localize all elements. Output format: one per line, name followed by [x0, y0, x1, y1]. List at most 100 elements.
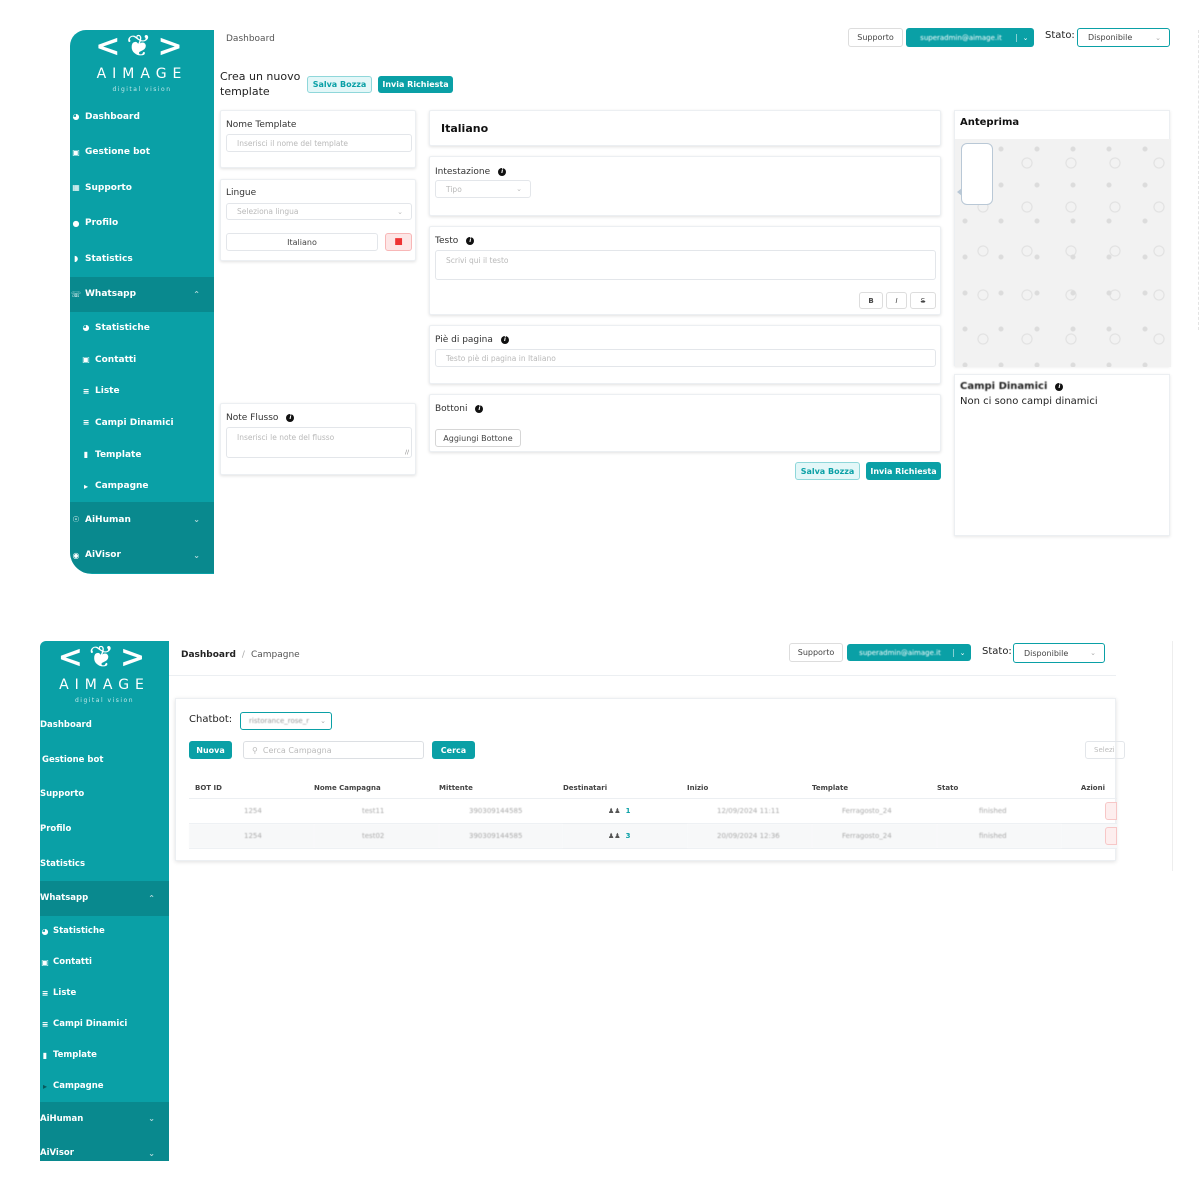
- recipients-count-link[interactable]: 1: [626, 807, 631, 815]
- user-menu-button[interactable]: superadmin@aimage.it ⌄: [847, 644, 971, 661]
- info-icon[interactable]: i: [466, 237, 475, 245]
- pie-di-pagina-label: Piè di pagina i: [435, 335, 509, 345]
- page-title: Crea un nuovo template: [220, 70, 301, 98]
- info-icon[interactable]: i: [500, 336, 509, 344]
- sidebar-item-whatsapp[interactable]: Whatsapp ⌃: [40, 880, 169, 916]
- chevron-down-icon[interactable]: ⌄: [953, 648, 971, 657]
- strikethrough-button[interactable]: S: [910, 292, 936, 309]
- brand-name: AIMAGE: [96, 66, 188, 82]
- sidebar-item-template[interactable]: ▮ Template: [70, 439, 214, 471]
- search-campaign-input[interactable]: ⚲ Cerca Campagna: [243, 741, 424, 759]
- sidebar-item-supporto[interactable]: ▦ Supporto: [70, 170, 214, 206]
- sidebar-item-campagne[interactable]: ▸ Campagne: [40, 1071, 169, 1102]
- column-mittente[interactable]: Mittente: [439, 779, 563, 799]
- italic-button[interactable]: I: [886, 292, 907, 309]
- sidebar-item-gestione-bot[interactable]: ▣ Gestione bot: [70, 135, 214, 171]
- sidebar-item-dashboard[interactable]: Dashboard: [40, 708, 169, 743]
- nome-template-input[interactable]: Inserisci il nome del template: [226, 134, 412, 152]
- testo-textarea[interactable]: Scrivi qui il testo: [435, 250, 936, 280]
- info-icon[interactable]: i: [1055, 382, 1064, 391]
- whatsapp-preview-background: [955, 139, 1171, 367]
- sidebar-item-contatti[interactable]: ▣ Contatti: [40, 947, 169, 978]
- breadcrumb[interactable]: Dashboard: [226, 34, 275, 44]
- chevron-down-icon[interactable]: ⌄: [1016, 33, 1034, 42]
- column-template[interactable]: Template: [812, 779, 937, 799]
- logo[interactable]: <❦> AIMAGE digital vision: [70, 30, 214, 94]
- pie-di-pagina-input[interactable]: Testo piè di pagina in Italiano: [435, 349, 936, 367]
- resize-handle-icon[interactable]: ∕∕: [405, 449, 409, 456]
- lingue-card: Lingue Seleziona lingua ⌄ Italiano ■: [220, 179, 416, 261]
- sidebar-item-supporto[interactable]: Supporto: [40, 777, 169, 812]
- column-azioni: Azioni: [1062, 779, 1117, 799]
- campaigns-panel: Chatbot: ristorance_rose_r ⌄ Nuova ⚲ Cerca…: [175, 698, 1125, 861]
- column-inizio[interactable]: Inizio: [687, 779, 812, 799]
- new-campaign-button[interactable]: Nuova: [189, 741, 232, 759]
- chevron-down-icon: ⌄: [320, 717, 326, 725]
- support-button[interactable]: Supporto: [789, 643, 843, 662]
- column-stato[interactable]: Stato: [937, 779, 1062, 799]
- cell-nome: test11: [314, 798, 439, 824]
- sidebar-item-profilo[interactable]: Profilo: [40, 812, 169, 847]
- info-icon[interactable]: i: [475, 405, 484, 413]
- table-header-row: BOT ID Nome Campagna Mittente Destinatar…: [189, 779, 1117, 799]
- column-nome-campagna[interactable]: Nome Campagna: [314, 779, 439, 799]
- intestazione-type-select[interactable]: Tipo ⌄: [435, 180, 531, 198]
- sidebar-item-liste[interactable]: ≡ Liste: [40, 978, 169, 1009]
- save-draft-bottom-button[interactable]: Salva Bozza: [795, 462, 860, 480]
- save-draft-button[interactable]: Salva Bozza: [307, 76, 372, 93]
- info-icon[interactable]: i: [498, 168, 507, 176]
- breadcrumb-dashboard[interactable]: Dashboard: [181, 650, 236, 660]
- sidebar-item-statistiche[interactable]: ◕ Statistiche: [70, 312, 214, 344]
- submit-request-button[interactable]: Invia Richiesta: [378, 76, 453, 93]
- table-row[interactable]: 1254 test02 390309144585 ♟♟ 3 20/09/2024 …: [189, 823, 1117, 849]
- sidebar-item-profilo[interactable]: ● Profilo: [70, 206, 214, 242]
- logo[interactable]: <❦> AIMAGE digital vision: [40, 641, 169, 705]
- sidebar-item-liste[interactable]: ≡ Liste: [70, 375, 214, 407]
- nome-template-card: Nome Template Inserisci il nome del temp…: [220, 110, 416, 168]
- chevron-down-icon: ⌄: [1155, 33, 1161, 42]
- recipients-count-link[interactable]: 3: [626, 832, 631, 840]
- sidebar-item-campagne[interactable]: ▸ Campagne: [70, 470, 214, 502]
- info-icon[interactable]: i: [286, 414, 295, 422]
- search-button[interactable]: Cerca: [432, 741, 475, 759]
- lingue-select[interactable]: Seleziona lingua ⌄: [226, 203, 412, 220]
- stato-select[interactable]: Disponibile ⌄: [1013, 643, 1105, 663]
- sidebar-item-statistics[interactable]: Statistics: [40, 846, 169, 881]
- sidebar-item-statistics[interactable]: ◗ Statistics: [70, 241, 214, 277]
- sidebar-item-template[interactable]: ▮ Template: [40, 1040, 169, 1071]
- filter-select[interactable]: Selezi: [1085, 741, 1125, 759]
- sidebar-item-aivisor[interactable]: ◉ AiVisor ⌄: [70, 537, 214, 574]
- sidebar-item-gestione-bot[interactable]: Gestione bot: [40, 743, 169, 778]
- sidebar-item-aihuman[interactable]: AiHuman ⌄: [40, 1101, 169, 1137]
- chatbot-select[interactable]: ristorance_rose_r ⌄: [240, 712, 332, 730]
- eye-icon: ◉: [72, 550, 80, 560]
- sliders-icon: ≡: [41, 1019, 49, 1029]
- submit-request-bottom-button[interactable]: Invia Richiesta: [866, 462, 941, 480]
- stato-select[interactable]: Disponibile ⌄: [1077, 28, 1170, 47]
- table-row[interactable]: 1254 test11 390309144585 ♟♟ 1 12/09/2024 …: [189, 798, 1117, 824]
- sidebar-item-whatsapp[interactable]: ☏ Whatsapp ⌃: [70, 276, 214, 312]
- sidebar-item-campi-dinamici[interactable]: ≡ Campi Dinamici: [70, 407, 214, 439]
- sidebar-item-dashboard[interactable]: ◕ Dashboard: [70, 99, 214, 135]
- cell-nome: test02: [314, 823, 439, 849]
- language-chip-italiano[interactable]: Italiano: [226, 233, 378, 251]
- support-button[interactable]: Supporto: [848, 28, 903, 47]
- sidebar-item-contatti[interactable]: ▣ Contatti: [70, 344, 214, 376]
- sidebar-item-campi-dinamici[interactable]: ≡ Campi Dinamici: [40, 1009, 169, 1040]
- sidebar-item-aihuman[interactable]: ☉ AiHuman ⌄: [70, 502, 214, 538]
- bold-button[interactable]: B: [859, 292, 883, 309]
- chevron-up-icon: ⌃: [193, 289, 200, 299]
- add-button-button[interactable]: Aggiungi Bottone: [435, 429, 521, 447]
- column-destinatari[interactable]: Destinatari: [563, 779, 687, 799]
- delete-campaign-button[interactable]: [1105, 801, 1117, 820]
- sidebar-item-aivisor[interactable]: AiVisor ⌄: [40, 1136, 169, 1161]
- brand-name: AIMAGE: [59, 677, 150, 693]
- delete-campaign-button[interactable]: [1105, 826, 1117, 845]
- user-menu-button[interactable]: superadmin@aimage.it ⌄: [906, 28, 1034, 47]
- language-title: Italiano: [441, 122, 489, 135]
- delete-language-button[interactable]: ■: [385, 233, 412, 251]
- note-flusso-textarea[interactable]: Inserisci le note del flusso ∕∕: [226, 427, 412, 458]
- brand-tagline: digital vision: [112, 86, 172, 93]
- column-bot-id[interactable]: BOT ID: [189, 779, 314, 799]
- sidebar-item-statistiche[interactable]: ◕ Statistiche: [40, 916, 169, 947]
